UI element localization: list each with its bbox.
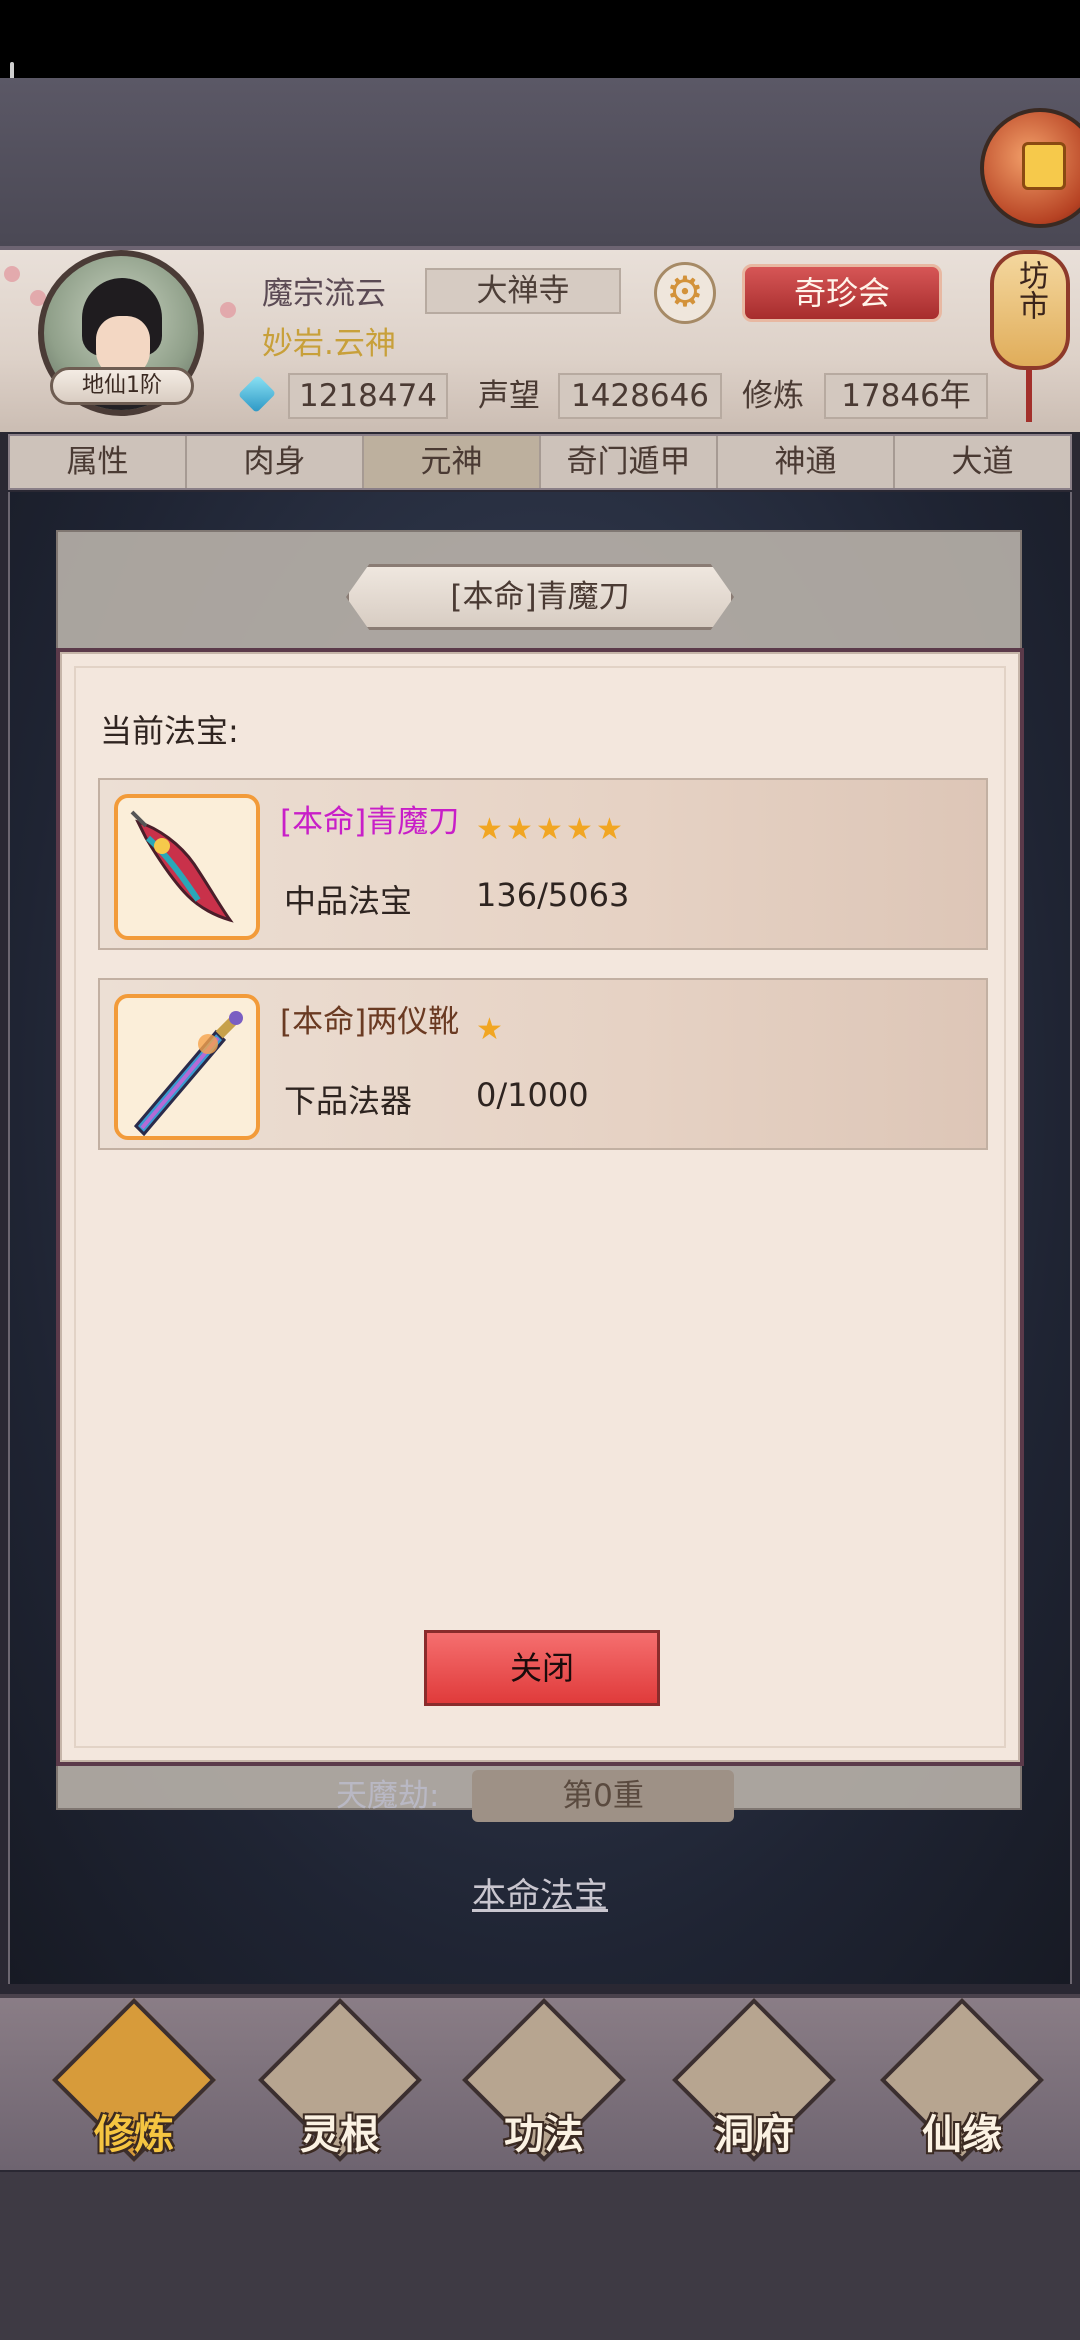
market-label: 坊市 [1013, 260, 1048, 320]
star-rating: ★ [476, 1012, 504, 1047]
tab-powers[interactable]: 神通 [718, 436, 895, 488]
nav-label: 灵根 [300, 2112, 380, 2158]
star-icon: ★ [506, 812, 533, 847]
treasure-thumb [114, 994, 260, 1140]
gear-icon[interactable]: ⚙ [654, 262, 716, 324]
treasure-modal: 当前法宝: [本命]青魔刀 ★ ★ ★ ★ ★ 中品法宝 136/5063 [本… [56, 648, 1024, 1766]
reputation-label: 声望 [478, 378, 540, 414]
treasure-grade: 下品法器 [284, 1082, 413, 1120]
blossom-decoration [4, 266, 20, 282]
treasure-item[interactable]: [本命]青魔刀 ★ ★ ★ ★ ★ 中品法宝 136/5063 [98, 778, 988, 950]
tab-body[interactable]: 肉身 [187, 436, 364, 488]
star-icon: ★ [536, 812, 563, 847]
nav-spirit-root[interactable]: 灵根 [257, 1997, 423, 2166]
treasure-name: [本命]两仪靴 [280, 1002, 459, 1042]
blossom-decoration [220, 302, 236, 318]
player-title: 妙岩.云神 [262, 326, 396, 362]
star-icon: ★ [566, 812, 593, 847]
treasure-grade: 中品法宝 [284, 882, 413, 920]
heavenly-tribulation-value: 第0重 [472, 1770, 734, 1822]
nav-cultivate[interactable]: 修炼 [51, 1997, 217, 2166]
star-rating: ★ ★ ★ ★ ★ [476, 812, 624, 847]
treasure-thumb [114, 794, 260, 940]
top-band [0, 78, 1080, 248]
nav-label: 仙缘 [922, 2112, 1002, 2158]
cultivation-label: 修炼 [742, 378, 804, 414]
tab-bar: 属性 肉身 元神 奇门遁甲 神通 大道 [8, 434, 1072, 490]
nav-label: 功法 [504, 2112, 584, 2158]
star-icon: ★ [476, 1012, 503, 1047]
cultivation-value: 17846年 [824, 373, 988, 419]
rank-badge: 地仙1阶 [50, 367, 194, 405]
bound-treasure-link[interactable]: 本命法宝 [0, 1868, 1080, 1917]
current-treasure-label: 当前法宝: [100, 712, 239, 750]
spirit-stones-value: 1218474 [288, 373, 448, 419]
nav-label: 修炼 [94, 2112, 174, 2158]
tab-attributes[interactable]: 属性 [10, 436, 187, 488]
star-icon: ★ [476, 812, 503, 847]
player-name: 魔宗流云 [262, 276, 386, 312]
nav-destiny[interactable]: 仙缘 [879, 1997, 1045, 2166]
sword-icon [133, 1011, 243, 1136]
nav-cave[interactable]: 洞府 [671, 1997, 837, 2166]
modal-title: [本命]青魔刀 [450, 579, 630, 615]
treasure-item[interactable]: [本命]两仪靴 ★ 下品法器 0/1000 [98, 978, 988, 1150]
star-icon: ★ [596, 812, 623, 847]
chest-icon [1022, 142, 1066, 190]
treasure-progress: 136/5063 [476, 876, 630, 914]
close-button[interactable]: 关闭 [424, 1630, 660, 1706]
treasure-fair-button[interactable]: 奇珍会 [742, 264, 942, 322]
treasure-name: [本命]青魔刀 [280, 802, 459, 842]
lantern-tassel [1026, 370, 1032, 422]
tab-dao[interactable]: 大道 [895, 436, 1070, 488]
reputation-value: 1428646 [558, 373, 722, 419]
nav-techniques[interactable]: 功法 [461, 1997, 627, 2166]
status-bar [0, 0, 1080, 152]
nav-label: 洞府 [714, 2112, 794, 2158]
treasure-name-text: [本命]青魔刀 [280, 804, 460, 840]
treasure-progress: 0/1000 [476, 1076, 589, 1114]
blade-icon [130, 810, 234, 923]
sect-name: 大禅寺 [425, 268, 621, 314]
treasure-name-text: [本命]两仪靴 [280, 1004, 460, 1040]
tab-qimen[interactable]: 奇门遁甲 [541, 436, 718, 488]
heavenly-tribulation-label: 天魔劫: [336, 1778, 440, 1814]
lower-band [0, 2172, 1080, 2340]
market-lantern-button[interactable]: 坊市 [990, 250, 1070, 370]
tab-spirit[interactable]: 元神 [364, 436, 541, 488]
